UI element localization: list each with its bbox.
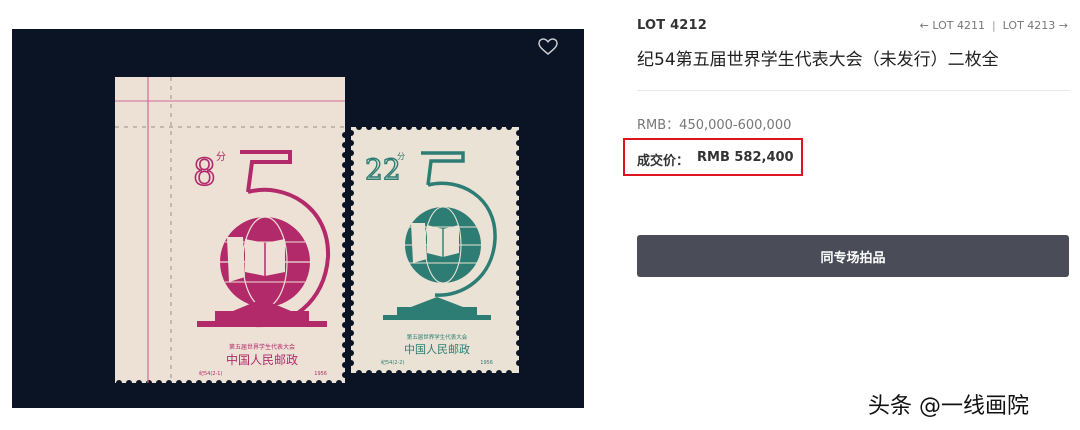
svg-text:纪54(2-1): 纪54(2-1) [199,370,222,377]
svg-text:中国人民邮政: 中国人民邮政 [404,342,470,356]
next-lot-link[interactable]: LOT 4213 → [1003,19,1068,32]
svg-text:第五届世界学生代表大会: 第五届世界学生代表大会 [407,333,468,341]
svg-text:分: 分 [216,151,226,163]
heart-icon[interactable] [538,38,558,56]
lot-image-panel[interactable]: 8 分 1956 第五届世界学生代表大会 中国人民邮政 纪54(2-1) 195… [12,29,584,408]
lot-title: 纪54第五届世界学生代表大会（未发行）二枚全 [637,50,999,70]
svg-text:22: 22 [365,153,401,186]
svg-text:1956: 1956 [314,371,327,377]
svg-text:第五届世界学生代表大会: 第五届世界学生代表大会 [229,343,295,351]
hammer-price-label: 成交价： [637,154,690,169]
svg-text:1956: 1956 [480,360,493,366]
svg-text:中国人民邮政: 中国人民邮政 [226,352,298,367]
estimate-price: RMB：450,000-600,000 [637,118,792,133]
svg-text:1956: 1956 [426,322,449,331]
nav-separator: | [991,19,996,32]
lot-navigation: ← LOT 4211 | LOT 4213 → [920,19,1068,32]
divider [637,90,1069,91]
svg-text:1956: 1956 [249,332,274,342]
same-session-lots-button[interactable]: 同专场拍品 [637,235,1069,277]
prev-lot-link[interactable]: ← LOT 4211 [920,19,985,32]
hammer-price-value: RMB 582,400 [697,150,794,165]
lot-number: LOT 4212 [637,18,708,33]
svg-text:8: 8 [193,153,216,194]
left-stamp-image: 8 分 1956 第五届世界学生代表大会 中国人民邮政 纪54(2-1) 195… [115,77,345,383]
svg-text:分: 分 [397,152,405,161]
watermark: 头条 @一线画院 [868,394,1029,419]
right-stamp-image: 22 分 1956 第五届世界学生代表大会 中国人民邮政 纪54(2-2) 19… [351,127,519,373]
svg-text:纪54(2-2): 纪54(2-2) [381,359,404,366]
